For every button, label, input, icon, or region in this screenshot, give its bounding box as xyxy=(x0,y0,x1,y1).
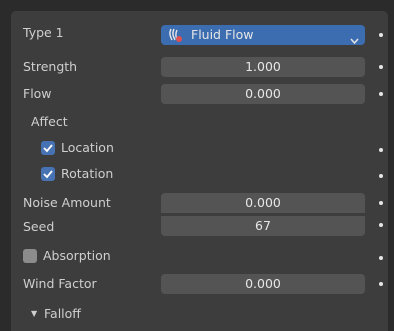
rotation-label: Rotation xyxy=(61,166,114,181)
seed-field[interactable]: 67 xyxy=(161,215,365,236)
wind-factor-field[interactable]: 0.000 xyxy=(161,274,365,294)
animate-property-dot[interactable] xyxy=(379,148,383,152)
triangle-down-icon[interactable]: ▼ xyxy=(31,309,37,318)
absorption-label: Absorption xyxy=(43,248,111,263)
animate-property-dot[interactable] xyxy=(379,282,383,286)
noise-amount-field[interactable]: 0.000 xyxy=(161,193,365,213)
animate-property-dot[interactable] xyxy=(379,256,383,260)
noise-amount-label: Noise Amount xyxy=(23,195,111,210)
wind-factor-label: Wind Factor xyxy=(23,276,97,291)
chevron-down-icon xyxy=(350,31,359,51)
type-dropdown[interactable]: Fluid Flow xyxy=(161,25,365,45)
check-icon xyxy=(43,170,53,179)
strength-label: Strength xyxy=(23,59,78,74)
force-field-panel: Type 1 Fluid Flow Strength 1.000 Flow 0.… xyxy=(11,11,388,331)
animate-property-dot[interactable] xyxy=(379,65,383,69)
type-label: Type 1 xyxy=(23,25,64,40)
animate-property-dot[interactable] xyxy=(379,33,383,37)
seed-label: Seed xyxy=(23,219,55,234)
check-icon xyxy=(43,144,53,153)
animate-property-dot[interactable] xyxy=(379,223,383,227)
falloff-header[interactable]: Falloff xyxy=(44,306,81,321)
affect-label: Affect xyxy=(31,114,68,129)
absorption-checkbox[interactable] xyxy=(23,249,37,263)
fluid-flow-icon xyxy=(167,27,185,49)
animate-property-dot[interactable] xyxy=(379,201,383,205)
animate-property-dot[interactable] xyxy=(379,92,383,96)
type-value: Fluid Flow xyxy=(191,27,254,42)
location-label: Location xyxy=(61,140,114,155)
flow-field[interactable]: 0.000 xyxy=(161,84,365,104)
flow-label: Flow xyxy=(23,86,52,101)
strength-field[interactable]: 1.000 xyxy=(161,57,365,77)
animate-property-dot[interactable] xyxy=(379,174,383,178)
location-checkbox[interactable] xyxy=(41,141,55,155)
rotation-checkbox[interactable] xyxy=(41,167,55,181)
